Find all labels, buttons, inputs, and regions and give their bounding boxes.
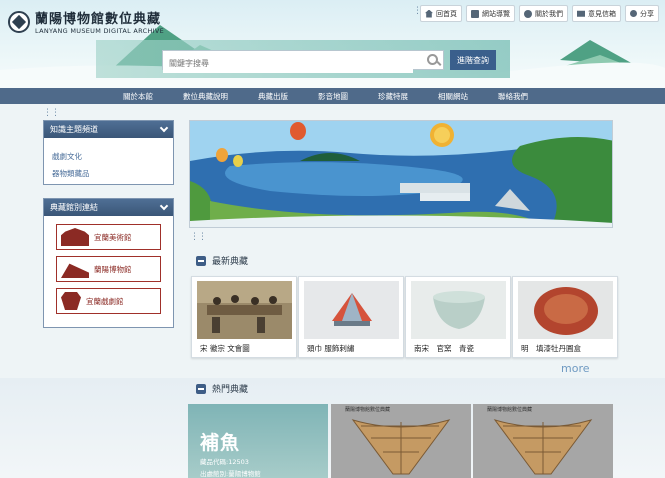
venue-link-art-museum[interactable]: 宜蘭美術館 xyxy=(56,224,161,250)
topic-panel-header[interactable]: 知識主題頻道 xyxy=(44,121,173,138)
top-utility-bar: 回首頁 網站導覽 關於我們 意見信箱 分享 xyxy=(420,5,659,22)
hot-section-title: 熱門典藏 xyxy=(196,382,248,395)
hot-thumb-caption: 蘭陽博物館數位典藏 xyxy=(345,407,391,413)
nav-publications[interactable]: 典藏出版 xyxy=(243,88,303,104)
latest-item-caption: 明 填漆牡丹圓盒 xyxy=(521,344,581,353)
venue-panel-header[interactable]: 典藏館別連結 xyxy=(44,199,173,216)
hot-item-thumb[interactable]: 蘭陽博物館數位典藏 xyxy=(473,404,613,478)
nav-about[interactable]: 關於本館 xyxy=(108,88,168,104)
site-header: 蘭陽博物館數位典藏 LANYANG MUSEUM DIGITAL ARCHIVE… xyxy=(0,0,665,88)
search-icon[interactable] xyxy=(427,54,438,65)
advanced-search-button[interactable]: 進階查詢 xyxy=(450,50,496,70)
venue-panel: 典藏館別連結 宜蘭美術館 蘭陽博物館 宜蘭戲劇館 xyxy=(43,198,174,328)
banner-illustration xyxy=(190,121,612,227)
venue-link-lanyang-museum[interactable]: 蘭陽博物館 xyxy=(56,256,161,282)
chevron-down-icon[interactable] xyxy=(159,201,169,211)
hot-featured-name: 補魚 xyxy=(200,432,241,454)
share-icon xyxy=(630,10,637,17)
chevron-down-icon[interactable] xyxy=(159,123,169,133)
latest-item-image xyxy=(197,281,292,339)
latest-item-image xyxy=(518,281,613,339)
drama-museum-icon xyxy=(61,292,81,310)
latest-item-caption: 頭巾 服飾刺繡 xyxy=(307,344,355,353)
topic-panel-title: 知識主題頻道 xyxy=(50,125,98,134)
sitemap-icon xyxy=(471,9,479,18)
collapse-icon[interactable] xyxy=(196,255,206,266)
latest-item-caption: 宋 徽宗 文會圖 xyxy=(200,344,250,353)
more-link[interactable]: more xyxy=(561,362,590,375)
info-icon xyxy=(524,9,532,18)
site-title-en: LANYANG MUSEUM DIGITAL ARCHIVE xyxy=(35,27,164,35)
nav-related-sites[interactable]: 相關網站 xyxy=(423,88,483,104)
topic-link-artifacts[interactable]: 器物類藏品 xyxy=(44,165,173,182)
latest-item-card[interactable]: 南宋 官窯 青瓷 xyxy=(405,276,511,358)
hot-featured-org: 出處館別:蘭陽博物館 xyxy=(200,470,261,478)
latest-item-image xyxy=(411,281,506,339)
hot-thumb-caption: 蘭陽博物館數位典藏 xyxy=(487,407,533,413)
fish-trap-image xyxy=(331,404,471,478)
nav-contact[interactable]: 聯絡我們 xyxy=(483,88,543,104)
lanyang-museum-icon xyxy=(61,263,89,278)
home-icon xyxy=(425,9,433,18)
hero-banner[interactable] xyxy=(189,120,613,228)
topic-panel: 知識主題頻道 戲劇文化 器物類藏品 xyxy=(43,120,174,185)
site-logo[interactable]: 蘭陽博物館數位典藏 LANYANG MUSEUM DIGITAL ARCHIVE xyxy=(8,8,164,35)
art-museum-icon xyxy=(61,228,89,246)
latest-item-card[interactable]: 明 填漆牡丹圓盒 xyxy=(512,276,618,358)
latest-item-caption: 南宋 官窯 青瓷 xyxy=(414,344,474,353)
venue-link-drama-museum[interactable]: 宜蘭戲劇館 xyxy=(56,288,161,314)
nav-archive-info[interactable]: 數位典藏說明 xyxy=(168,88,243,104)
nav-media-map[interactable]: 影音地圖 xyxy=(303,88,363,104)
main-nav: 關於本館 數位典藏說明 典藏出版 影音地圖 珍藏特展 相關網站 聯絡我們 xyxy=(0,88,665,104)
home-button[interactable]: 回首頁 xyxy=(420,5,462,22)
hot-item-thumb[interactable]: 蘭陽博物館數位典藏 xyxy=(331,404,471,478)
search-input[interactable] xyxy=(163,54,413,73)
latest-item-card[interactable]: 宋 徽宗 文會圖 xyxy=(191,276,297,358)
nav-exhibitions[interactable]: 珍藏特展 xyxy=(363,88,423,104)
feedback-button[interactable]: 意見信箱 xyxy=(572,5,621,22)
topic-link-drama[interactable]: 戲劇文化 xyxy=(44,148,173,165)
collapse-icon[interactable] xyxy=(196,383,206,394)
hot-featured-code: 藏品代碼:12503 xyxy=(200,458,249,466)
hot-featured-item[interactable]: 補魚 藏品代碼:12503 出處館別:蘭陽博物館 xyxy=(188,404,328,478)
venue-panel-title: 典藏館別連結 xyxy=(50,203,98,212)
fish-trap-image xyxy=(473,404,613,478)
share-button[interactable]: 分享 xyxy=(625,5,659,22)
latest-item-card[interactable]: 頭巾 服飾刺繡 xyxy=(298,276,404,358)
sitemap-button[interactable]: 網站導覽 xyxy=(466,5,515,22)
latest-item-image xyxy=(304,281,399,339)
dots-decoration: ⋮⋮ xyxy=(190,232,207,242)
mail-icon xyxy=(577,10,585,17)
dots-decoration: ⋮⋮ xyxy=(43,108,60,118)
museum-emblem-icon xyxy=(8,10,30,33)
latest-section-title: 最新典藏 xyxy=(196,254,248,267)
search-box xyxy=(162,50,444,73)
about-button[interactable]: 關於我們 xyxy=(519,5,568,22)
site-title-cn: 蘭陽博物館數位典藏 xyxy=(35,12,162,27)
